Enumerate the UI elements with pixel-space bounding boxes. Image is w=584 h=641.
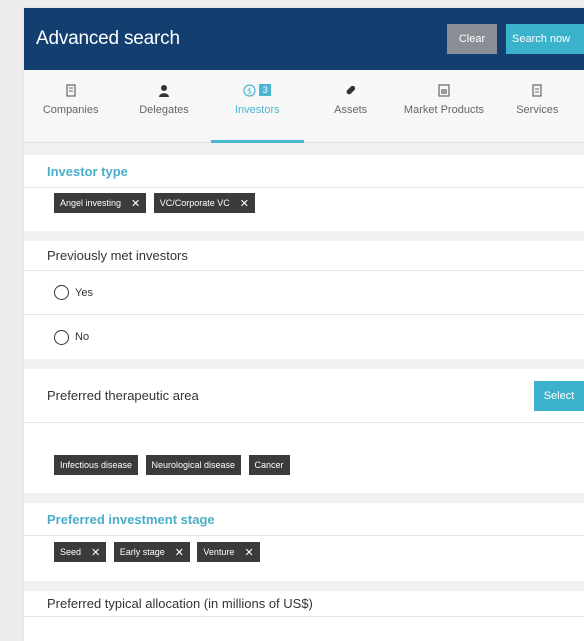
chip-label: Angel investing <box>60 198 122 208</box>
tab-label: Market Products <box>403 104 485 116</box>
radio-option-no[interactable]: No <box>24 315 584 359</box>
pill-icon <box>346 85 356 94</box>
tab-label: Services <box>516 104 559 116</box>
tab-services[interactable]: Services <box>491 70 584 142</box>
chip-label: Seed <box>60 547 82 557</box>
radio-label: No <box>75 331 90 343</box>
tab-label: Delegates <box>139 104 189 116</box>
chip-label: Venture <box>203 547 235 557</box>
tab-label: Companies <box>42 104 99 116</box>
radio-button[interactable] <box>54 285 69 300</box>
tab-investors[interactable]: $ 3 Investors <box>210 70 305 143</box>
investor-type-section: Investor type Angel investing ✕ VC/Corpo… <box>24 155 584 231</box>
search-now-button[interactable]: Search now <box>506 24 584 54</box>
chip-label: Neurological disease <box>151 460 236 470</box>
radio-label: Yes <box>75 286 93 299</box>
tab-market-products[interactable]: Market Products <box>397 70 490 142</box>
investment-stage-section: Preferred investment stage Seed ✕ Early … <box>24 503 584 581</box>
chip-label: Early stage <box>119 547 165 557</box>
section-title: Preferred investment stage <box>24 503 584 536</box>
header: Advanced search Clear Search now <box>24 8 584 70</box>
select-button[interactable]: Select <box>534 380 584 411</box>
allocation-section: Preferred typical allocation (in million… <box>24 591 584 641</box>
dollar-icon: $ <box>243 83 256 97</box>
filter-chip: Infectious disease <box>54 455 139 475</box>
filter-chip[interactable]: Seed ✕ <box>54 542 107 562</box>
section-title: Previously met investors <box>24 241 584 271</box>
radio-button[interactable] <box>54 329 69 345</box>
clear-button[interactable]: Clear <box>447 24 497 54</box>
category-tabs: Companies Delegates $ 3 Investors Assets… <box>24 70 584 143</box>
remove-chip-icon[interactable]: ✕ <box>244 546 253 559</box>
filter-chip: Cancer <box>248 455 290 475</box>
tab-label: Assets <box>334 104 368 116</box>
remove-chip-icon[interactable]: ✕ <box>175 546 184 559</box>
document-icon <box>532 83 542 97</box>
remove-chip-icon[interactable]: ✕ <box>240 197 249 210</box>
header-actions: Clear Search now <box>447 8 584 70</box>
remove-chip-icon[interactable]: ✕ <box>131 197 140 210</box>
filter-chip[interactable]: Angel investing ✕ <box>54 193 147 213</box>
chip-label: Cancer <box>254 460 284 470</box>
page-title: Advanced search <box>36 28 180 49</box>
chip-label: VC/Corporate VC <box>159 198 230 208</box>
svg-text:$: $ <box>247 86 252 95</box>
tab-delegates[interactable]: Delegates <box>117 70 210 142</box>
tab-assets[interactable]: Assets <box>304 70 397 142</box>
tab-companies[interactable]: Companies <box>24 70 117 142</box>
tab-badge: 3 <box>259 84 272 96</box>
section-title: Preferred therapeutic area <box>47 388 199 403</box>
filter-chip[interactable]: Early stage ✕ <box>113 542 190 562</box>
tab-label: Investors <box>235 104 280 116</box>
section-title: Investor type <box>24 155 584 188</box>
remove-chip-icon[interactable]: ✕ <box>91 546 100 559</box>
section-header: Preferred therapeutic area Select <box>24 369 584 423</box>
section-title: Preferred typical allocation (in million… <box>24 591 584 617</box>
filter-chip[interactable]: Venture ✕ <box>197 542 260 562</box>
product-icon <box>438 83 450 97</box>
filter-chip[interactable]: VC/Corporate VC ✕ <box>153 193 255 213</box>
previously-met-section: Previously met investors Yes No <box>24 241 584 359</box>
therapeutic-area-section: Preferred therapeutic area Select Infect… <box>24 369 584 493</box>
building-icon <box>66 83 76 97</box>
filter-chip: Neurological disease <box>145 455 242 475</box>
advanced-search-panel: Advanced search Clear Search now Compani… <box>24 8 584 641</box>
radio-option-yes[interactable]: Yes <box>24 271 584 315</box>
person-icon <box>158 84 169 97</box>
chip-label: Infectious disease <box>60 460 133 470</box>
